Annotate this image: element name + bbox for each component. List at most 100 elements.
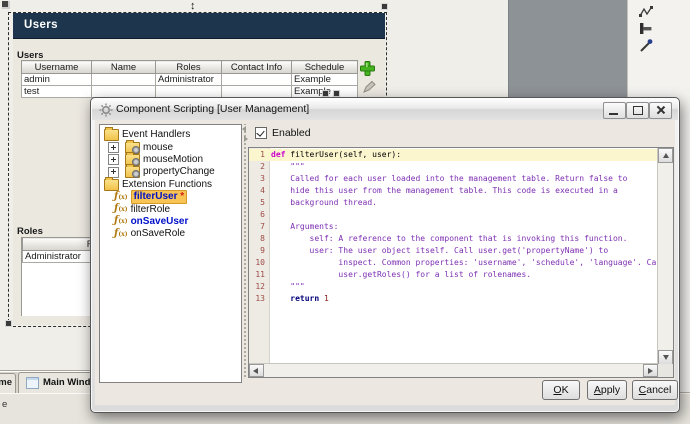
tree-folder-event-handlers[interactable]: Event Handlers — [100, 127, 241, 142]
code-line-4: 4 hide this user from the management tab… — [249, 185, 658, 197]
shape-tool-icon[interactable] — [638, 21, 654, 37]
line-number: 7 — [260, 222, 265, 231]
window-tab-partial[interactable]: me — [0, 373, 16, 393]
code-line-2: 2 """ — [249, 161, 658, 173]
expand-plus-icon[interactable] — [108, 154, 119, 166]
selection-handle-top-center[interactable]: ↕ — [190, 0, 196, 12]
tree-item-filteruser[interactable]: ƒ(x) filterUser * — [100, 190, 241, 205]
dialog-content: Event Handlers mouse mouseMotion propertyCh… — [95, 120, 678, 405]
folder-icon — [104, 127, 119, 142]
tree-item-onsaveuser[interactable]: ƒ(x) onSaveUser — [100, 215, 241, 228]
code-text: inspect. Common properties: 'username', … — [271, 258, 666, 267]
apply-button[interactable]: Apply — [587, 380, 627, 400]
code-line-9: 9 user: The user object itself. Call use… — [249, 245, 658, 257]
dialog-title: Component Scripting [User Management] — [116, 103, 310, 115]
code-line-12: 12 """ — [249, 281, 658, 293]
code-line-10: 10 inspect. Common properties: 'username… — [249, 257, 666, 269]
tree-folder-label: Extension Functions — [122, 178, 213, 190]
scroll-right-button[interactable] — [643, 364, 658, 377]
maximize-icon — [633, 106, 643, 115]
tree-item-filterrole[interactable]: ƒ(x) filterRole — [100, 203, 241, 215]
line-number: 5 — [260, 198, 265, 207]
line-number: 8 — [260, 234, 265, 243]
designer-root: e me Main Window Users Users Username Nam… — [0, 0, 690, 424]
tree-item-mousemotion[interactable]: mouseMotion — [100, 151, 241, 166]
tree-item-mouse[interactable]: mouse — [100, 139, 241, 154]
event-set-icon — [125, 164, 140, 179]
code-line-3: 3 Called for each user loaded into the m… — [249, 173, 658, 185]
expand-plus-icon[interactable] — [108, 142, 119, 154]
code-line-8: 8 self: A reference to the component tha… — [249, 233, 658, 245]
minimize-button[interactable] — [603, 102, 626, 119]
window-tab-partial-label: me — [0, 377, 12, 388]
code-line-13: 13 return 1 — [249, 293, 658, 305]
line-number: 2 — [260, 162, 265, 171]
tree-folder-extension-functions[interactable]: Extension Functions — [100, 176, 241, 191]
tree-item-label: onSaveUser — [130, 215, 189, 227]
code-text: self: A reference to the component that … — [271, 234, 628, 243]
code-editor[interactable]: 1 def filterUser(self, user): 2 """ 3 Calle… — [248, 147, 674, 378]
tree-item-onsaverole[interactable]: ƒ(x) onSaveRole — [100, 228, 241, 240]
eyedropper-tool-icon[interactable] — [638, 38, 654, 54]
tree-item-label: mouse — [143, 141, 174, 153]
script-tree[interactable]: Event Handlers mouse mouseMotion propertyCh… — [99, 124, 242, 383]
line-number: 13 — [255, 294, 265, 303]
splitter-collapse-right-icon[interactable] — [244, 136, 248, 142]
polyline-tool-icon[interactable] — [638, 4, 654, 20]
selection-handle-top-left[interactable] — [2, 1, 10, 9]
vertical-scrollbar[interactable] — [657, 148, 673, 365]
code-lines: 1 def filterUser(self, user): 2 """ 3 Calle… — [249, 149, 666, 305]
selection-handle-bottom-center[interactable] — [322, 90, 329, 97]
scrollbar-corner — [658, 364, 673, 377]
dialog-titlebar[interactable]: Component Scripting [User Management] — [92, 99, 678, 120]
unsaved-changes-star: * — [177, 191, 185, 203]
tree-item-label: filterUser * — [130, 190, 188, 205]
line-number: 10 — [255, 258, 265, 267]
code-text: Arguments: — [271, 222, 339, 231]
code-text: """ — [271, 282, 305, 291]
function-icon: ƒ(x) — [114, 190, 128, 202]
maximize-button[interactable] — [626, 102, 649, 119]
function-icon: ƒ(x) — [114, 215, 128, 227]
arrow-right-icon — [648, 367, 653, 374]
selection-handle-bottom-center-2[interactable] — [333, 90, 340, 97]
selection-handle-top-right[interactable] — [381, 3, 388, 10]
tree-item-label: onSaveRole — [130, 228, 186, 240]
dialog-button-row: OK Apply Cancel — [95, 380, 678, 402]
component-scripting-dialog: Component Scripting [User Management] Ev… — [90, 97, 680, 413]
arrow-up-icon — [662, 153, 669, 158]
line-number: 1 — [260, 150, 265, 159]
code-line-1: 1 def filterUser(self, user): — [249, 149, 658, 161]
enabled-row: Enabled — [255, 127, 311, 139]
line-number: 12 — [255, 282, 265, 291]
tree-item-label: propertyChange — [143, 166, 215, 178]
close-button[interactable] — [649, 102, 672, 119]
arrow-down-icon — [662, 355, 669, 360]
scroll-down-button[interactable] — [658, 350, 673, 365]
horizontal-scrollbar[interactable] — [249, 363, 658, 377]
code-line-6: 6 — [249, 209, 658, 221]
scroll-up-button[interactable] — [658, 148, 673, 163]
enabled-checkbox[interactable] — [255, 127, 267, 139]
line-number: 3 — [260, 174, 265, 183]
code-text: hide this user from the management table… — [271, 186, 618, 195]
line-number: 9 — [260, 246, 265, 255]
tree-item-propertychange[interactable]: propertyChange — [100, 164, 241, 179]
selection-handle-bottom-left[interactable] — [5, 320, 12, 327]
scroll-left-button[interactable] — [249, 364, 264, 377]
cancel-button[interactable]: Cancel — [632, 380, 678, 400]
code-text: return 1 — [290, 294, 329, 303]
line-number: 6 — [260, 210, 265, 219]
tree-item-label: filterRole — [130, 203, 171, 215]
arrow-left-icon — [253, 367, 258, 374]
line-number: 11 — [255, 270, 265, 279]
minimize-icon — [609, 113, 618, 115]
code-line-5: 5 background thread. — [249, 197, 658, 209]
code-text: user: The user object itself. Call user.… — [271, 246, 609, 255]
splitter-collapse-left-icon[interactable] — [242, 126, 246, 132]
enabled-label: Enabled — [272, 127, 311, 139]
ok-button[interactable]: OK — [542, 380, 580, 400]
code-text: user.getRoles() for a list of rolenames. — [271, 270, 532, 279]
code-line-11: 11 user.getRoles() for a list of rolenam… — [249, 269, 658, 281]
